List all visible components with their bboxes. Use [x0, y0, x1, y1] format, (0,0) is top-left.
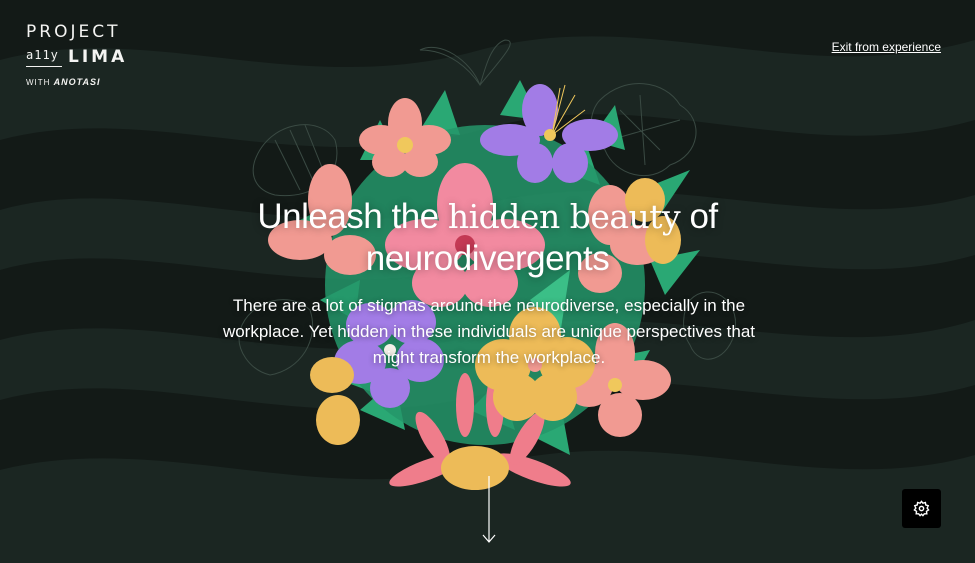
hero-title: Unleash the hidden beauty of neurodiverg… — [0, 196, 975, 280]
hero-title-post: of — [689, 197, 718, 236]
hero-title-pre: Unleash the — [257, 197, 439, 236]
hero-description: There are a lot of stigmas around the ne… — [222, 296, 756, 367]
logo-lima-text: LIMA — [68, 47, 128, 67]
arrow-down-icon — [482, 476, 496, 543]
logo-ally-text: a11y — [26, 45, 62, 67]
exit-experience-link[interactable]: Exit from experience — [832, 40, 941, 54]
scroll-down-button[interactable] — [482, 476, 496, 551]
logo-project-text: PROJECT — [26, 22, 121, 42]
logo-partner-line: WITH ANOTASI — [26, 77, 127, 87]
hero-title-line2: neurodivergents — [365, 239, 610, 278]
logo-with-text: WITH — [26, 78, 51, 87]
gear-icon — [913, 500, 930, 517]
logo-partner-text: ANOTASI — [53, 77, 101, 87]
hero-title-line1: Unleash the hidden beauty of — [0, 196, 975, 238]
settings-button[interactable] — [902, 489, 941, 528]
logo-row: a11y LIMA — [26, 45, 127, 67]
project-logo[interactable]: PROJECT a11y LIMA WITH ANOTASI — [26, 22, 127, 87]
hero-title-accent: hidden beauty — [447, 197, 681, 236]
